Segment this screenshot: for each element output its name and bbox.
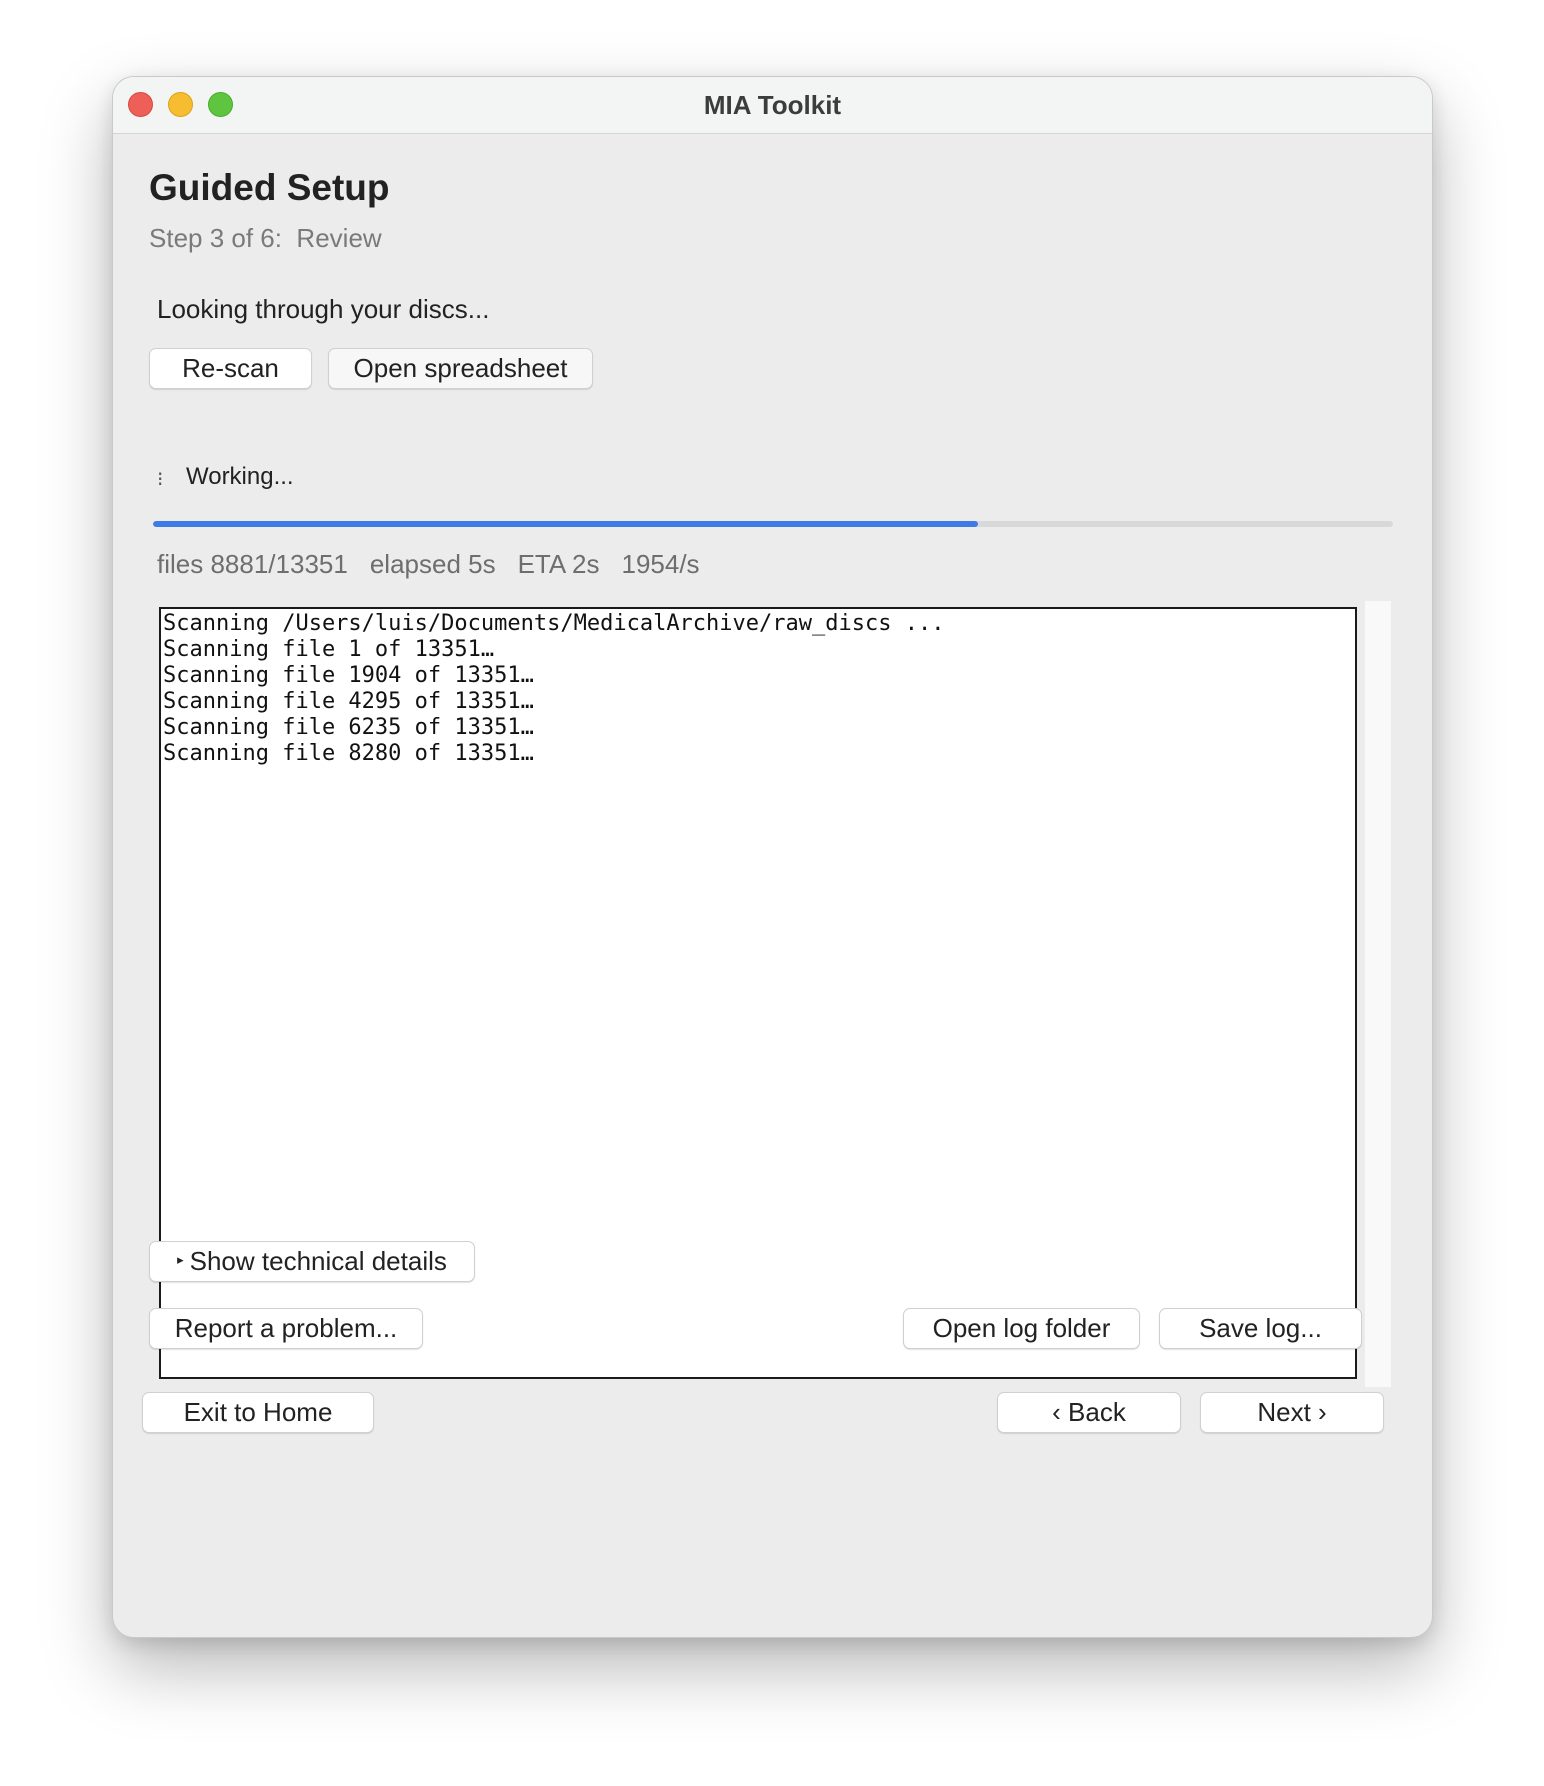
save-log-button[interactable]: Save log... (1159, 1308, 1362, 1349)
log-line: Scanning file 1 of 13351… (163, 637, 495, 662)
log-scrollbar[interactable] (1365, 601, 1391, 1387)
status-message: Looking through your discs... (157, 294, 490, 324)
scan-rate: 1954/s (621, 549, 700, 579)
scan-stats: files 8881/13351 elapsed 5s ETA 2s 1954/s (157, 549, 722, 580)
log-line: Scanning file 1904 of 13351… (163, 663, 534, 688)
show-technical-details-label: Show technical details (189, 1246, 447, 1276)
disclosure-triangle-icon: ▸ (177, 1252, 184, 1268)
progress-bar (153, 521, 1393, 527)
rescan-button[interactable]: Re-scan (149, 348, 312, 389)
step-indicator: Step 3 of 6: Review (149, 223, 382, 253)
report-problem-button[interactable]: Report a problem... (149, 1308, 423, 1349)
title-bar[interactable]: MIA Toolkit (113, 77, 1432, 134)
files-count: files 8881/13351 (157, 549, 348, 579)
app-window: MIA Toolkit Guided Setup Step 3 of 6: Re… (112, 76, 1433, 1638)
elapsed-time: elapsed 5s (369, 549, 496, 579)
exit-to-home-button[interactable]: Exit to Home (142, 1392, 374, 1433)
open-spreadsheet-button[interactable]: Open spreadsheet (328, 348, 593, 389)
log-line: Scanning /Users/luis/Documents/MedicalAr… (163, 611, 945, 636)
window-title: MIA Toolkit (703, 90, 842, 120)
show-technical-details-toggle[interactable]: ▸ Show technical details (149, 1241, 475, 1282)
open-log-folder-button[interactable]: Open log folder (903, 1308, 1140, 1349)
progress-bar-fill (153, 521, 978, 527)
eta: ETA 2s (517, 549, 600, 579)
back-button[interactable]: ‹ Back (997, 1392, 1181, 1433)
page-title: Guided Setup (149, 167, 390, 208)
log-line: Scanning file 4295 of 13351… (163, 689, 534, 714)
spinner-icon: ⁝ (157, 469, 164, 491)
working-label: Working... (186, 463, 294, 490)
log-line: Scanning file 6235 of 13351… (163, 715, 534, 740)
next-button[interactable]: Next › (1200, 1392, 1384, 1433)
log-line: Scanning file 8280 of 13351… (163, 741, 534, 766)
